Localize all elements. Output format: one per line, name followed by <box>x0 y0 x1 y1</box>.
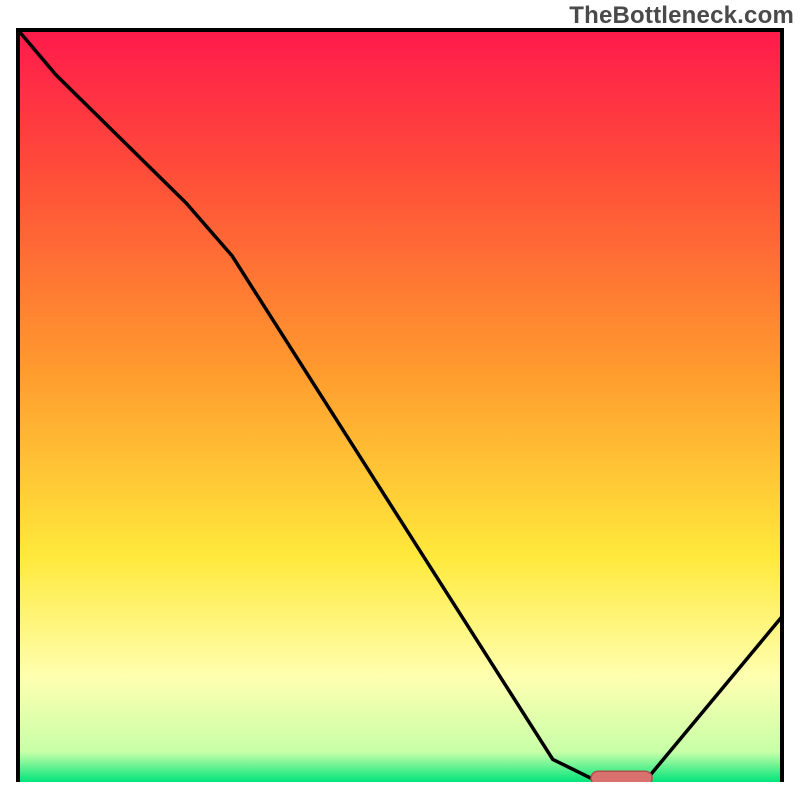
chart-stage: TheBottleneck.com <box>0 0 800 800</box>
watermark-text: TheBottleneck.com <box>569 2 794 30</box>
optimal-range-marker <box>591 771 652 785</box>
chart-svg <box>0 0 800 800</box>
plot-background <box>18 30 782 782</box>
